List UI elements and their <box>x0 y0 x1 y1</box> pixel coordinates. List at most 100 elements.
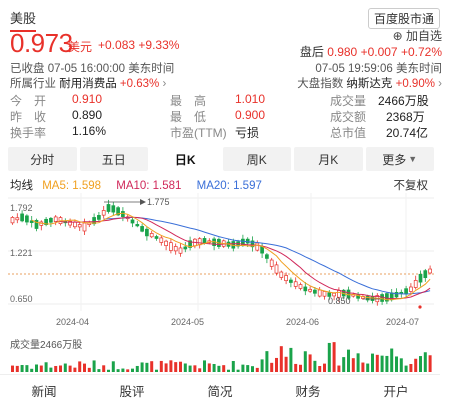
candle <box>380 294 384 302</box>
price-change: +0.083 +9.33% <box>98 38 179 52</box>
event-marker <box>418 305 422 309</box>
candle <box>130 219 135 224</box>
nav-news[interactable]: 新闻 <box>0 375 88 405</box>
volume-bar <box>131 368 134 372</box>
stat-high: 最 高 <box>170 94 207 108</box>
candle <box>49 217 53 223</box>
candle <box>265 254 269 259</box>
price-currency: 美元 <box>68 40 93 54</box>
volume-bar <box>347 349 350 372</box>
volume-bar <box>68 365 72 372</box>
volume-bar <box>371 353 374 372</box>
industry-label: 所属行业 <box>10 78 56 90</box>
candle <box>260 246 264 254</box>
ma-label: 均线 <box>10 180 33 192</box>
volume-bar <box>126 369 130 372</box>
ma5-line <box>31 212 431 301</box>
volume-bar <box>188 365 192 372</box>
volume-bar <box>44 362 48 372</box>
candle <box>159 237 164 243</box>
volume-bar <box>169 360 173 372</box>
candle <box>121 211 125 218</box>
nav-profile[interactable]: 简况 <box>176 375 264 405</box>
volume-bar <box>116 369 120 372</box>
stat-prev-close: 昨 收 <box>10 110 47 124</box>
volume-bar <box>83 363 86 372</box>
chart-period-tabs: 分时 五日 日K 周K 月K 更多 ▼ <box>8 147 434 171</box>
candle <box>284 275 288 282</box>
candle <box>274 264 279 274</box>
current-price: 0.973 <box>10 28 73 58</box>
stat-prev-close-value: 0.890 <box>72 108 103 122</box>
after-hours-percent: +0.72% <box>400 45 442 59</box>
volume-bar <box>318 365 322 372</box>
volume-bar <box>193 365 197 372</box>
volume-bar <box>121 368 125 372</box>
volume-bar <box>179 361 182 372</box>
status-text: 已收盘 <box>10 63 45 75</box>
candlestick-chart[interactable]: 1.792 1.221 0.650 1.775 0.850 2024-04 20… <box>8 193 434 333</box>
stat-pe-value: 亏损 <box>235 126 260 140</box>
tab-more-label: 更多 <box>382 152 407 167</box>
high-marker-label: 1.775 <box>147 197 170 207</box>
index-info[interactable]: 大盘指数 纳斯达克 +0.90% › <box>297 75 442 91</box>
candle <box>423 270 428 279</box>
volume-bar <box>299 364 302 372</box>
candle <box>255 242 260 251</box>
ma10-line <box>55 216 431 300</box>
candle <box>245 238 250 244</box>
volume-bar <box>227 369 230 372</box>
industry-info[interactable]: 所属行业 耐用消费品 +0.63% › <box>10 75 166 91</box>
tab-five-day[interactable]: 五日 <box>79 147 148 171</box>
candle <box>53 216 58 223</box>
add-watchlist-button[interactable]: ⊕ 加自选 <box>393 27 442 44</box>
candle <box>308 289 312 292</box>
volume-bar <box>183 363 187 372</box>
volume-bar <box>260 359 264 372</box>
volume-bar <box>255 367 259 372</box>
volume-bar <box>385 355 389 372</box>
chart-grid <box>8 193 434 311</box>
candle <box>313 289 317 294</box>
volume-bar <box>54 365 58 372</box>
volume-bar <box>323 363 326 372</box>
nav-financials[interactable]: 财务 <box>264 375 352 405</box>
index-label: 大盘指数 <box>297 78 344 90</box>
y-tick-label: 1.792 <box>10 203 33 213</box>
tab-intraday[interactable]: 分时 <box>8 147 77 171</box>
volume-bar <box>145 362 149 372</box>
nav-comments[interactable]: 股评 <box>88 375 176 405</box>
volume-bar <box>380 355 384 372</box>
tab-more[interactable]: 更多 ▼ <box>365 147 434 171</box>
index-change: +0.90% <box>395 78 435 90</box>
volume-bar <box>222 365 226 372</box>
volume-bar <box>428 355 432 372</box>
candle <box>135 224 140 227</box>
volume-bar <box>107 369 110 372</box>
volume-bar <box>361 362 365 372</box>
stat-market-cap: 总市值 <box>330 126 367 140</box>
volume-bar <box>289 347 293 372</box>
low-marker-label: 0.850 <box>328 296 351 306</box>
tab-daily-k[interactable]: 日K <box>151 147 220 171</box>
volume-bar <box>30 368 34 372</box>
volume-bar <box>419 356 422 372</box>
volume-bar <box>25 365 29 372</box>
volume-bar <box>251 366 254 372</box>
volume-bar <box>241 364 245 372</box>
volume-bar <box>351 358 355 372</box>
candle <box>82 222 87 232</box>
ma-legend: 均线 MA5: 1.598 MA10: 1.581 MA20: 1.597 <box>10 177 430 193</box>
price-adjust-selector[interactable]: 不复权 <box>394 177 429 193</box>
volume-bar <box>390 348 394 372</box>
candle <box>409 286 413 292</box>
after-hours-label: 盘后 <box>299 45 324 59</box>
volume-bar <box>212 364 216 372</box>
tab-weekly-k[interactable]: 周K <box>222 147 291 171</box>
after-hours-quote: 盘后 0.980 +0.007 +0.72% <box>300 43 442 60</box>
candle <box>140 226 144 232</box>
tab-monthly-k[interactable]: 月K <box>294 147 363 171</box>
nav-open-account[interactable]: 开户 <box>352 375 440 405</box>
volume-bar <box>207 363 211 372</box>
volume-bar <box>236 369 240 372</box>
